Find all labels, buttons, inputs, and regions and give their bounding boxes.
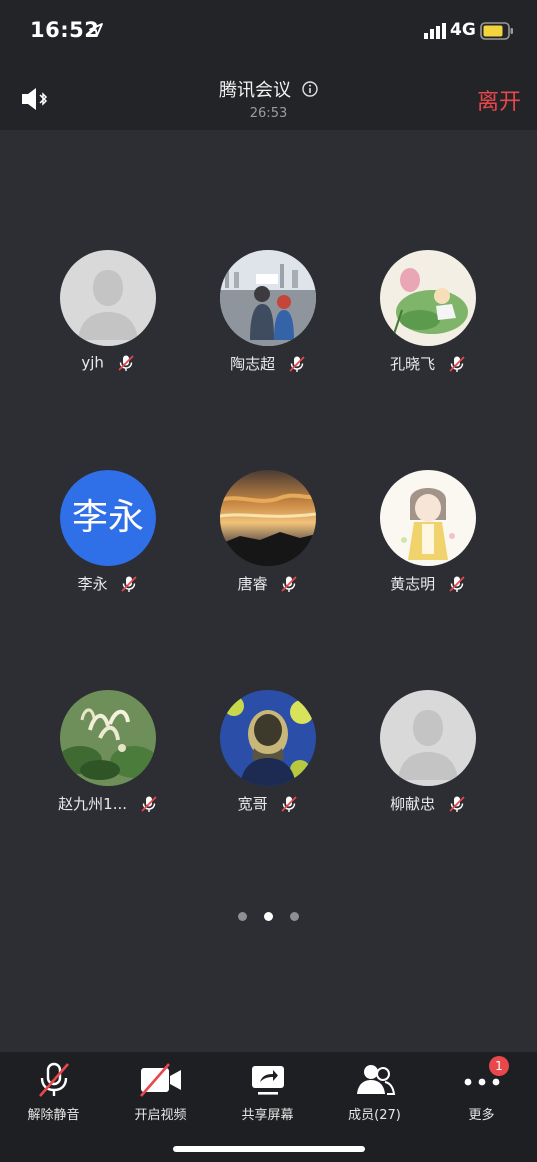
page-dot-active[interactable] — [264, 912, 273, 921]
mic-muted-icon — [449, 355, 465, 372]
more-button[interactable]: 1 更多 — [428, 1056, 535, 1132]
home-indicator[interactable] — [173, 1146, 365, 1152]
mic-muted-icon — [449, 795, 465, 812]
meeting-title-row[interactable]: 腾讯会议 — [0, 76, 537, 102]
participant-name: 柳献忠 — [390, 795, 436, 813]
photo-avatar — [220, 250, 316, 346]
participant-name: 唐睿 — [237, 575, 268, 593]
participant-name: 黄志明 — [390, 575, 436, 593]
info-icon[interactable] — [302, 81, 318, 97]
participant-tile[interactable]: 陶志超 — [188, 250, 348, 400]
status-bar: 16:52 4G — [0, 0, 537, 60]
battery-icon — [480, 22, 513, 40]
avatar — [220, 690, 316, 786]
avatar — [380, 250, 476, 346]
members-label: 成员(27) — [348, 1108, 401, 1123]
photo-avatar — [220, 470, 316, 566]
page-dot[interactable] — [290, 912, 300, 921]
illustration-avatar — [380, 470, 476, 566]
start-video-label: 开启视频 — [134, 1108, 187, 1123]
meeting-title: 腾讯会议 — [218, 80, 291, 101]
mic-muted-icon — [281, 575, 298, 592]
notification-badge: 1 — [489, 1056, 509, 1076]
painting-avatar — [380, 250, 476, 346]
participant-tile[interactable]: yjh — [28, 250, 188, 400]
participant-tile[interactable]: 宽哥 — [188, 690, 348, 840]
participant-tile[interactable]: 唐睿 — [188, 470, 348, 620]
mic-muted-icon — [289, 355, 305, 372]
members-icon — [356, 1065, 395, 1095]
page-dot[interactable] — [237, 912, 247, 921]
share-screen-label: 共享屏幕 — [241, 1108, 294, 1123]
participant-tile[interactable]: 李永 李永 — [28, 470, 188, 620]
meeting-duration: 26:53 — [249, 106, 288, 121]
mic-muted-icon — [118, 354, 134, 371]
mic-muted-icon — [281, 795, 298, 812]
text-avatar: 李永 — [60, 470, 156, 566]
network-type: 4G — [450, 20, 476, 40]
participant-tile[interactable]: 赵九州1... — [28, 690, 188, 840]
location-arrow-icon — [89, 23, 103, 37]
default-person-icon — [60, 250, 156, 346]
mic-muted-icon — [38, 1062, 69, 1097]
avatar — [60, 690, 156, 786]
participant-name: 陶志超 — [230, 355, 276, 373]
share-screen-button[interactable]: 共享屏幕 — [214, 1062, 321, 1132]
members-button[interactable]: 成员(27) — [321, 1062, 428, 1132]
unmute-label: 解除静音 — [27, 1108, 80, 1123]
avatar — [380, 690, 476, 786]
page-indicator[interactable] — [0, 906, 537, 925]
start-video-button[interactable]: 开启视频 — [107, 1062, 214, 1132]
unmute-button[interactable]: 解除静音 — [0, 1062, 107, 1132]
share-screen-icon — [251, 1066, 284, 1095]
avatar: 李永 — [60, 470, 156, 566]
participant-name: yjh — [81, 353, 104, 372]
more-label: 更多 — [468, 1108, 495, 1123]
avatar — [220, 470, 316, 566]
participant-tile[interactable]: 孔晓飞 — [348, 250, 508, 400]
cellular-signal-icon — [424, 23, 446, 39]
mic-muted-icon — [449, 575, 465, 592]
photo-avatar — [220, 690, 316, 786]
participant-name: 宽哥 — [237, 795, 268, 813]
default-person-icon — [380, 690, 476, 786]
mic-muted-icon — [141, 795, 157, 812]
video-off-icon — [139, 1063, 181, 1097]
avatar — [220, 250, 316, 346]
participant-name: 李永 — [77, 575, 108, 593]
photo-avatar — [60, 690, 156, 786]
leave-button[interactable]: 离开 — [477, 84, 521, 116]
mic-muted-icon — [121, 575, 138, 592]
avatar — [60, 250, 156, 346]
participant-name: 孔晓飞 — [390, 355, 436, 373]
avatar — [380, 470, 476, 566]
participant-name: 赵九州1... — [58, 795, 128, 813]
participant-tile[interactable]: 黄志明 — [348, 470, 508, 620]
participant-tile[interactable]: 柳献忠 — [348, 690, 508, 840]
meeting-header: 腾讯会议 26:53 离开 — [0, 60, 537, 130]
